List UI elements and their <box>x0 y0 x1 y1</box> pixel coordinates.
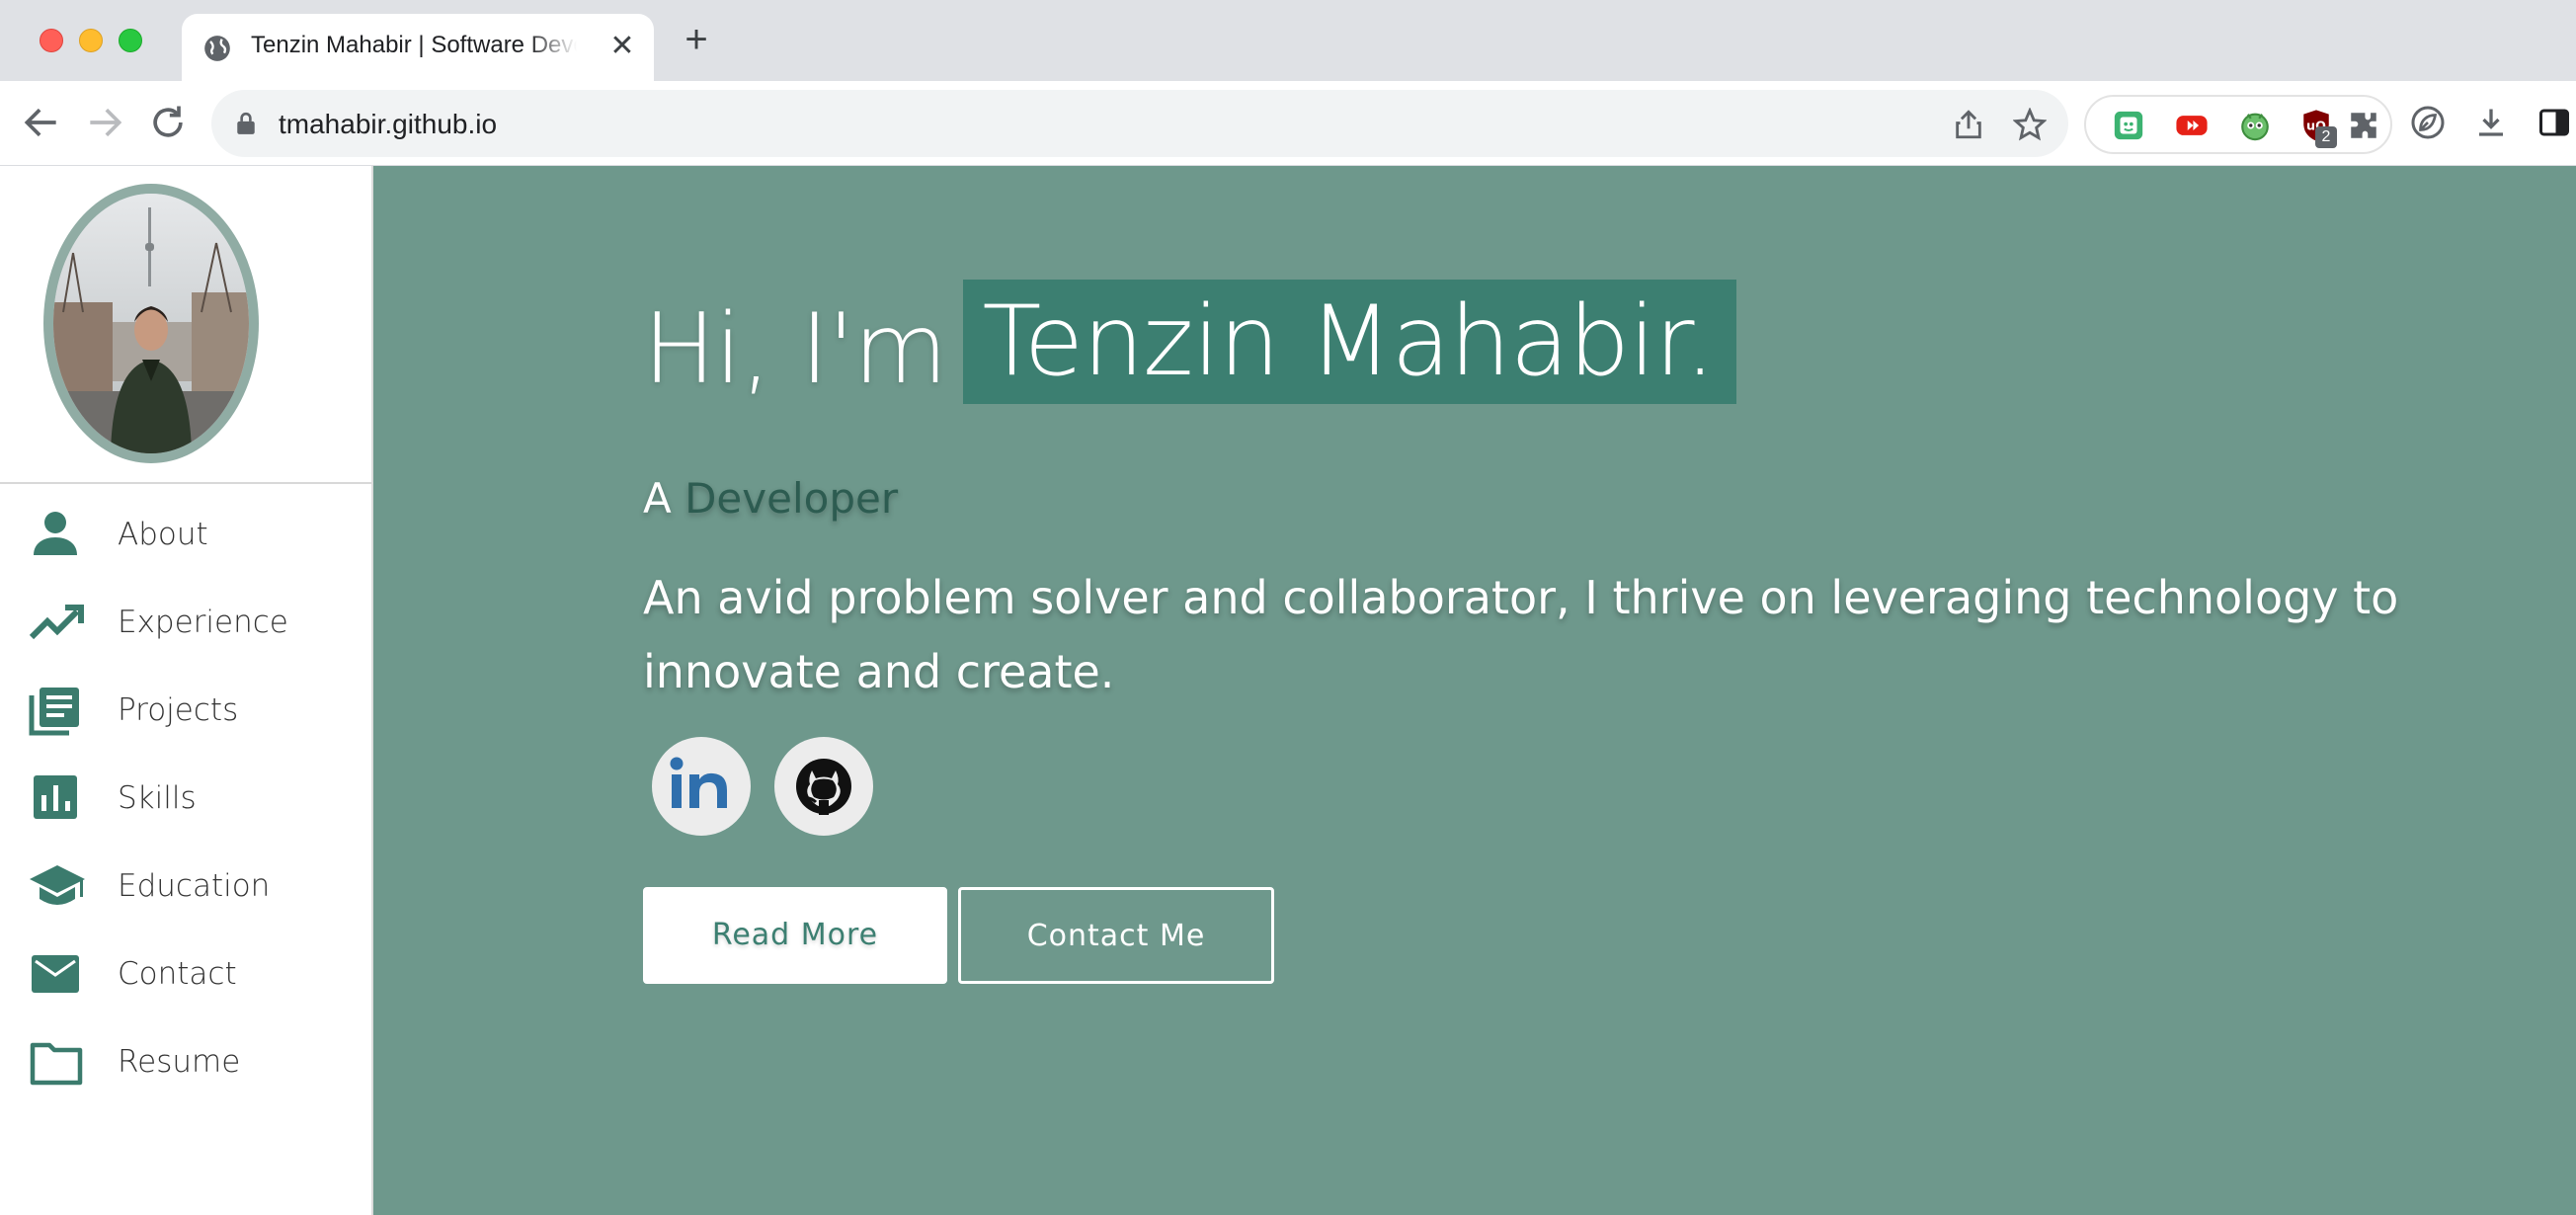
hero-role: A Developer <box>643 474 898 523</box>
address-bar[interactable]: tmahabir.github.io <box>211 90 2068 157</box>
bookmark-star-icon[interactable] <box>2013 108 2047 141</box>
nav-item-contact[interactable]: Contact <box>0 932 371 1019</box>
trending-up-icon <box>29 605 84 640</box>
close-window-button[interactable] <box>40 29 63 52</box>
nav-label: Projects <box>118 692 239 728</box>
hero-tagline: An avid problem solver and collaborator,… <box>643 571 2399 698</box>
puzzle-extensions-icon[interactable] <box>2347 109 2380 142</box>
reload-icon[interactable] <box>146 101 190 144</box>
forward-arrow-icon[interactable] <box>83 101 126 144</box>
nav-label: Resume <box>118 1044 241 1080</box>
person-icon <box>34 512 77 555</box>
greeting-prefix: Hi, I'm <box>643 293 948 406</box>
linkedin-icon <box>670 757 727 808</box>
linkedin-button[interactable] <box>652 737 751 836</box>
bar-chart-icon <box>34 775 77 819</box>
nav-item-resume[interactable]: Resume <box>0 1019 371 1107</box>
library-books-icon <box>29 688 79 736</box>
role-prefix: A <box>643 474 672 523</box>
new-tab-button[interactable]: + <box>678 20 715 59</box>
ext-youtube-icon[interactable] <box>2175 109 2209 142</box>
download-icon[interactable] <box>2473 105 2509 140</box>
folder-icon <box>30 1042 83 1086</box>
tab-title: Tenzin Mahabir | Software Developer <box>251 32 577 58</box>
maximize-window-button[interactable] <box>119 29 142 52</box>
mail-icon <box>32 955 79 993</box>
nav-item-education[interactable]: Education <box>0 844 371 932</box>
extensions-group: uO 2 <box>2084 95 2392 154</box>
nav-label: Skills <box>118 780 197 816</box>
browser-tab-active[interactable]: Tenzin Mahabir | Software Developer ✕ <box>182 14 654 81</box>
browser-tabstrip: Tenzin Mahabir | Software Developer ✕ + <box>0 0 2576 81</box>
nav-label: Education <box>118 868 271 904</box>
nav-item-about[interactable]: About <box>0 492 371 580</box>
leaf-extension-icon[interactable] <box>2410 105 2446 140</box>
globe-icon <box>204 36 230 61</box>
lock-icon[interactable] <box>235 112 257 135</box>
read-more-button[interactable]: Read More <box>643 887 947 984</box>
web-page: About Experience Projects Skills Educati… <box>0 166 2576 1215</box>
side-panel-icon[interactable] <box>2536 105 2572 140</box>
tab-close-icon[interactable]: ✕ <box>606 32 638 63</box>
nav-item-projects[interactable]: Projects <box>0 668 371 756</box>
sidebar: About Experience Projects Skills Educati… <box>0 166 373 1215</box>
contact-me-button[interactable]: Contact Me <box>958 887 1274 984</box>
back-arrow-icon[interactable] <box>20 101 63 144</box>
profile-header <box>0 166 371 484</box>
ext-badge-count: 2 <box>2315 126 2337 148</box>
nav-item-experience[interactable]: Experience <box>0 580 371 668</box>
ext-bug-icon[interactable] <box>2238 109 2272 142</box>
hero-section: Hi, I'm Tenzin Mahabir. A Developer An av… <box>373 166 2576 1215</box>
browser-toolbar: tmahabir.github.io uO 2 <box>0 81 2576 166</box>
url-text[interactable]: tmahabir.github.io <box>279 109 497 140</box>
share-icon[interactable] <box>1952 108 1985 141</box>
school-icon <box>30 865 85 905</box>
github-icon <box>796 759 851 815</box>
profile-photo-image <box>53 194 249 453</box>
github-button[interactable] <box>774 737 873 836</box>
minimize-window-button[interactable] <box>79 29 103 52</box>
profile-photo <box>43 184 259 463</box>
nav-label: Experience <box>118 605 288 640</box>
ext-green-face-icon[interactable] <box>2112 109 2145 142</box>
hero-heading: Hi, I'm Tenzin Mahabir. <box>643 280 1736 406</box>
nav-label: About <box>118 517 208 552</box>
role-typed-word: Developer <box>684 474 899 523</box>
nav-item-skills[interactable]: Skills <box>0 756 371 844</box>
hero-name-highlight: Tenzin Mahabir. <box>962 280 1736 404</box>
nav-label: Contact <box>118 956 237 992</box>
